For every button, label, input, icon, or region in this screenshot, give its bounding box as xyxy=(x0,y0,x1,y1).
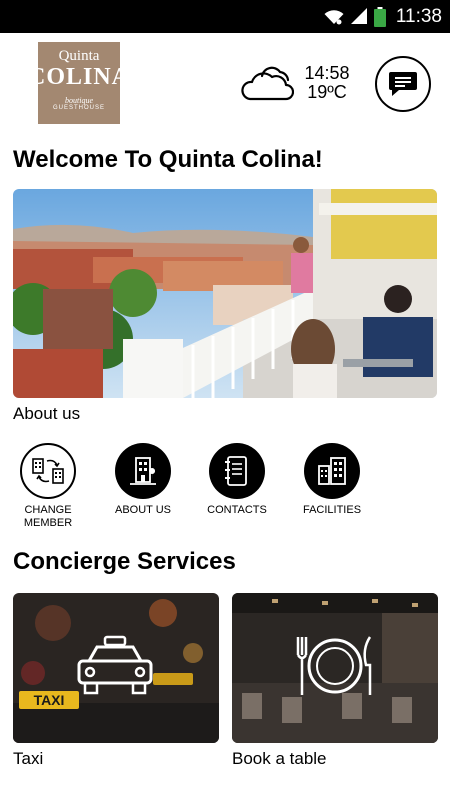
plate-cutlery-icon xyxy=(296,636,372,695)
book-a-table-card[interactable] xyxy=(232,593,438,743)
battery-icon xyxy=(373,6,386,27)
welcome-title: Welcome To Quinta Colina! xyxy=(13,146,323,173)
wifi-icon xyxy=(324,9,344,24)
address-book-icon xyxy=(209,443,265,499)
buildings-icon xyxy=(304,443,360,499)
weather-time: 14:58 xyxy=(304,63,350,83)
weather-temperature: 19ºC xyxy=(307,82,347,102)
contacts-label: CONTACTS xyxy=(207,504,267,516)
status-icons: 11:38 xyxy=(324,0,442,33)
concierge-services-title: Concierge Services xyxy=(13,548,236,575)
logo-line-3: boutique xyxy=(65,96,93,105)
taxi-caption[interactable]: Taxi xyxy=(13,749,43,769)
logo-line-2: COLINA xyxy=(28,64,131,90)
hotel-logo[interactable]: Quinta COLINA boutique GUESTHOUSE xyxy=(28,42,129,124)
about-us-caption[interactable]: About us xyxy=(13,404,80,424)
taxi-card[interactable]: TAXI xyxy=(13,593,219,743)
weather-readout: 14:58 19ºC xyxy=(300,64,354,102)
taxi-icon xyxy=(77,635,153,695)
about-us-label: ABOUT US xyxy=(114,504,172,516)
signal-icon xyxy=(350,8,367,24)
facilities-button[interactable]: FACILITIES xyxy=(287,443,377,517)
change-member-label: CHANGE MEMBER xyxy=(3,504,93,530)
about-us-hero-image[interactable] xyxy=(13,189,437,398)
change-member-label-text: CHANGE MEMBER xyxy=(23,504,73,529)
logo-line-4: GUESTHOUSE xyxy=(52,105,105,111)
chat-button[interactable] xyxy=(375,56,431,112)
logo-line-1: Quinta xyxy=(58,48,100,64)
status-bar: 11:38 xyxy=(0,0,450,33)
building-pin-icon xyxy=(115,443,171,499)
facilities-label: FACILITIES xyxy=(302,504,362,516)
book-a-table-caption[interactable]: Book a table xyxy=(232,749,327,769)
svg-text:TAXI: TAXI xyxy=(34,692,65,708)
terrace-photo xyxy=(13,189,437,398)
cloud-icon xyxy=(241,66,294,101)
contacts-button[interactable]: CONTACTS xyxy=(192,443,282,517)
about-us-button[interactable]: ABOUT US xyxy=(98,443,188,517)
change-member-button[interactable]: CHANGE MEMBER xyxy=(3,443,93,530)
status-time: 11:38 xyxy=(395,5,442,27)
change-member-icon xyxy=(20,443,76,499)
chat-bubble-icon xyxy=(389,72,417,96)
